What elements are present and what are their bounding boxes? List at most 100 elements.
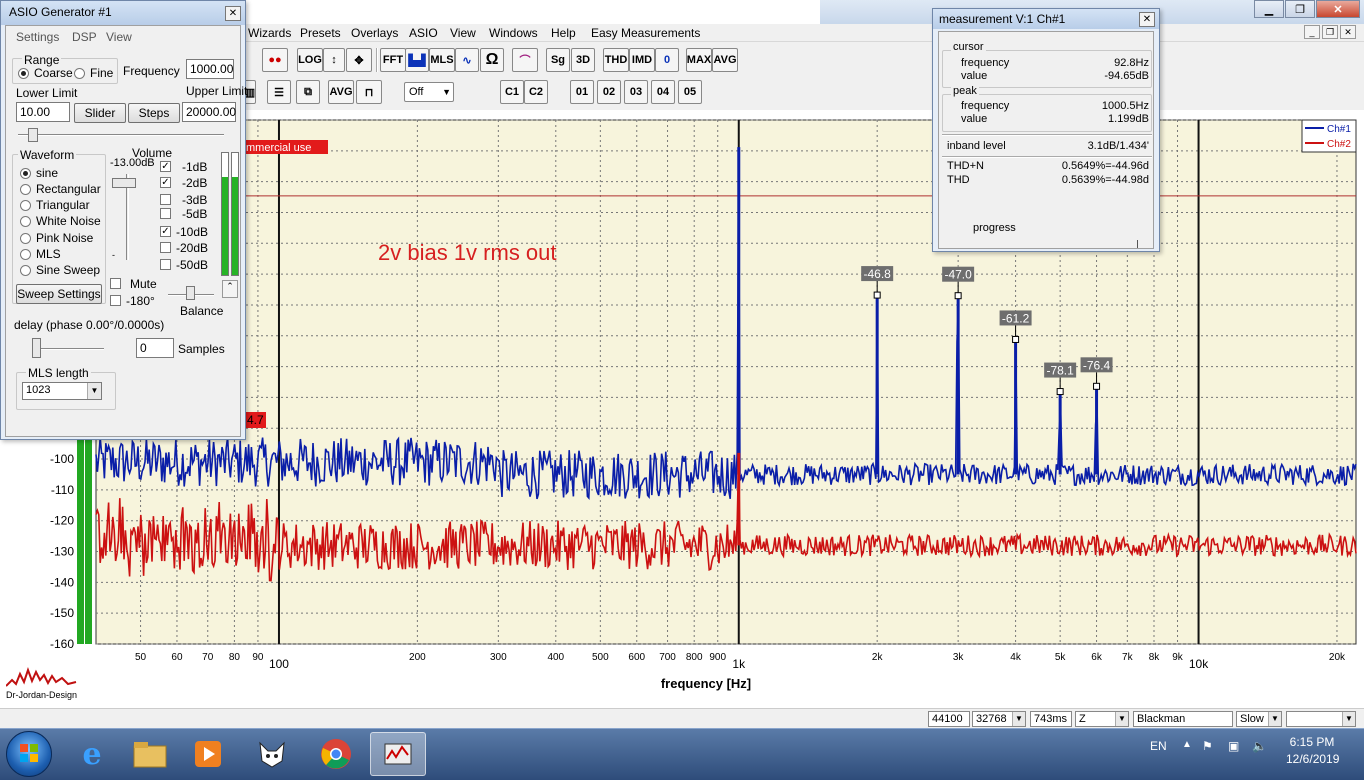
avg2-button[interactable]: AVG bbox=[328, 80, 354, 104]
copy-icon[interactable]: ⧉ bbox=[296, 80, 320, 104]
taskbar-chrome[interactable] bbox=[308, 732, 364, 776]
delay-slider-track[interactable] bbox=[32, 348, 104, 350]
mls-button[interactable]: MLS bbox=[429, 48, 455, 72]
coarse-radio[interactable] bbox=[18, 68, 29, 79]
menu-wizards[interactable]: Wizards bbox=[248, 26, 291, 40]
gen-menu-settings[interactable]: Settings bbox=[16, 30, 59, 44]
close-icon[interactable]: ✕ bbox=[1139, 12, 1155, 27]
waveform-rectangular-radio[interactable] bbox=[20, 184, 31, 195]
waveform-mls-radio[interactable] bbox=[20, 249, 31, 260]
filter-icon[interactable]: ⌒ bbox=[512, 48, 538, 72]
waveform-pink-noise-radio[interactable] bbox=[20, 233, 31, 244]
overlay-05-button[interactable]: 05 bbox=[678, 80, 702, 104]
thd-button[interactable]: THD bbox=[603, 48, 629, 72]
mdi-restore-icon[interactable]: ❐ bbox=[1322, 25, 1338, 39]
waveform-white-noise-radio[interactable] bbox=[20, 216, 31, 227]
network-icon[interactable]: ▣ bbox=[1228, 739, 1239, 753]
vertical-zoom-icon[interactable]: ↕ bbox=[323, 48, 345, 72]
extra-select[interactable]: ▼ bbox=[1286, 711, 1356, 727]
overlay-03-button[interactable]: 03 bbox=[624, 80, 648, 104]
frequency-slider-thumb[interactable] bbox=[28, 128, 38, 142]
slider-button[interactable]: Slider bbox=[74, 103, 126, 123]
max-button[interactable]: MAX bbox=[686, 48, 712, 72]
db-3-checkbox[interactable] bbox=[160, 194, 171, 205]
lower-limit-input[interactable]: 10.00 bbox=[16, 102, 70, 122]
menu-asio[interactable]: ASIO bbox=[409, 26, 438, 40]
meter-scroll-icon[interactable]: ⌃ bbox=[222, 280, 238, 298]
move-icon[interactable]: ✥ bbox=[346, 48, 372, 72]
spectrum-icon[interactable]: ▙▟ bbox=[405, 48, 429, 72]
volume-icon[interactable]: 🔈 bbox=[1252, 739, 1267, 753]
fftsize-select[interactable]: 32768 ▼ bbox=[972, 711, 1026, 727]
menu-view[interactable]: View bbox=[450, 26, 476, 40]
sg-button[interactable]: Sg bbox=[546, 48, 570, 72]
mdi-close-icon[interactable]: ✕ bbox=[1340, 25, 1356, 39]
window-function-field[interactable]: Blackman bbox=[1133, 711, 1233, 727]
wave-icon[interactable]: ∿ bbox=[455, 48, 479, 72]
db-20-checkbox[interactable] bbox=[160, 242, 171, 253]
tray-expand-icon[interactable]: ▲ bbox=[1182, 739, 1192, 750]
steps-button[interactable]: Steps bbox=[128, 103, 180, 123]
menu-help[interactable]: Help bbox=[551, 26, 576, 40]
record-icon[interactable]: ●● bbox=[262, 48, 288, 72]
c1-button[interactable]: C1 bbox=[500, 80, 524, 104]
waveform-sine-sweep-radio[interactable] bbox=[20, 265, 31, 276]
start-button[interactable] bbox=[6, 731, 52, 777]
fine-radio[interactable] bbox=[74, 68, 85, 79]
clock[interactable]: 6:15 PM 12/6/2019 bbox=[1286, 735, 1339, 766]
taskbar-explorer[interactable] bbox=[122, 732, 178, 776]
gen-menu-view[interactable]: View bbox=[106, 30, 132, 44]
balance-slider-thumb[interactable] bbox=[186, 286, 195, 300]
frequency-input[interactable]: 1000.00 bbox=[186, 59, 234, 79]
waveform-triangular-radio[interactable] bbox=[20, 200, 31, 211]
c2-button[interactable]: C2 bbox=[524, 80, 548, 104]
menu-easy-measurements[interactable]: Easy Measurements bbox=[591, 26, 700, 40]
fft-button[interactable]: FFT bbox=[380, 48, 406, 72]
overlay-01-button[interactable]: 01 bbox=[570, 80, 594, 104]
taskbar-analyzer[interactable] bbox=[370, 732, 426, 776]
invert-checkbox[interactable] bbox=[110, 295, 121, 306]
menu-presets[interactable]: Presets bbox=[300, 26, 341, 40]
frequency-slider-track[interactable] bbox=[18, 134, 224, 136]
minimize-icon[interactable]: ▁ bbox=[1254, 0, 1284, 18]
close-icon[interactable]: ✕ bbox=[1316, 0, 1360, 18]
upper-limit-input[interactable]: 20000.00 bbox=[182, 102, 236, 122]
trigger-icon[interactable]: ⊓ bbox=[356, 80, 382, 104]
flag-icon[interactable]: ⚑ bbox=[1202, 739, 1213, 753]
sweep-settings-button[interactable]: Sweep Settings bbox=[16, 284, 102, 304]
taskbar-media[interactable] bbox=[180, 732, 236, 776]
log-button[interactable]: LOG bbox=[297, 48, 323, 72]
waveform-sine-radio[interactable] bbox=[20, 168, 31, 179]
off-select[interactable]: Off ▼ bbox=[404, 82, 454, 102]
mute-checkbox[interactable] bbox=[110, 278, 121, 289]
samplerate-field[interactable]: 44100 bbox=[928, 711, 970, 727]
db-1-checkbox[interactable]: ✓ bbox=[160, 161, 171, 172]
zero-button[interactable]: 0 bbox=[655, 48, 679, 72]
avg-button[interactable]: AVG bbox=[712, 48, 738, 72]
db-2-checkbox[interactable]: ✓ bbox=[160, 177, 171, 188]
language-indicator[interactable]: EN bbox=[1150, 739, 1167, 753]
overlay-02-button[interactable]: 02 bbox=[597, 80, 621, 104]
imd-button[interactable]: IMD bbox=[629, 48, 655, 72]
menu-overlays[interactable]: Overlays bbox=[351, 26, 398, 40]
maximize-icon[interactable]: ❐ bbox=[1285, 0, 1315, 18]
taskbar-fox[interactable] bbox=[244, 732, 300, 776]
db-50-checkbox[interactable] bbox=[160, 259, 171, 270]
ohm-icon[interactable]: Ω bbox=[480, 48, 504, 72]
list-icon[interactable]: ☰ bbox=[267, 80, 291, 104]
overlay-04-button[interactable]: 04 bbox=[651, 80, 675, 104]
volume-slider-thumb[interactable] bbox=[112, 178, 136, 188]
gen-menu-dsp[interactable]: DSP bbox=[72, 30, 97, 44]
3d-button[interactable]: 3D bbox=[571, 48, 595, 72]
close-icon[interactable]: ✕ bbox=[225, 6, 241, 21]
mdi-minimize-icon[interactable]: _ bbox=[1304, 25, 1320, 39]
speed-select[interactable]: Slow ▼ bbox=[1236, 711, 1282, 727]
db-5-checkbox[interactable] bbox=[160, 208, 171, 219]
z-select[interactable]: Z ▼ bbox=[1075, 711, 1129, 727]
menu-windows[interactable]: Windows bbox=[489, 26, 538, 40]
mls-length-select[interactable]: 1023 ▼ bbox=[22, 382, 102, 400]
taskbar-ie[interactable]: e bbox=[64, 732, 120, 776]
db-10-checkbox[interactable]: ✓ bbox=[160, 226, 171, 237]
samples-input[interactable]: 0 bbox=[136, 338, 174, 358]
delay-slider-thumb[interactable] bbox=[32, 338, 41, 358]
